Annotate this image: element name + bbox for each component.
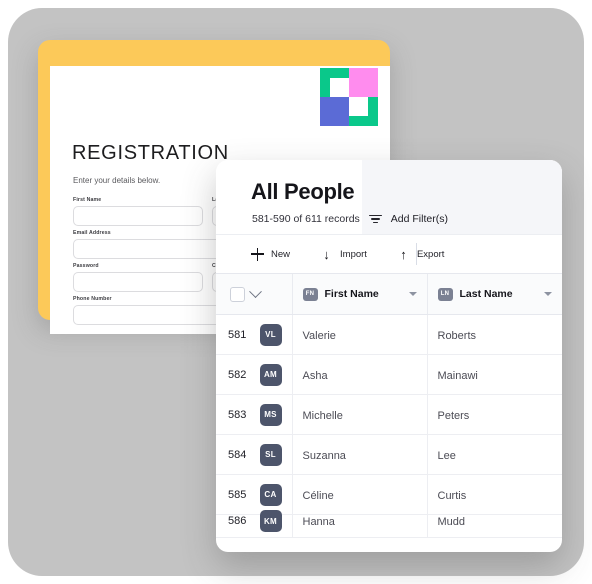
table-row[interactable]: 584 SL Suzanna Lee <box>216 434 562 475</box>
first-name-value: Valerie <box>302 329 336 342</box>
cell-first-name[interactable]: Michelle <box>292 394 428 435</box>
header-first-name[interactable]: FN First Name <box>292 274 428 315</box>
chevron-down-icon[interactable] <box>249 284 262 298</box>
record-meta: 581-590 of 611 records Add Filter(s) <box>252 213 448 225</box>
first-name-value: Asha <box>302 369 328 382</box>
cell-first-name[interactable]: Hanna <box>292 514 428 538</box>
header-select-column <box>216 274 293 315</box>
first-name-value: Suzanna <box>302 449 346 462</box>
card-toolbar: New ↓ Import ↑ Export <box>216 234 562 274</box>
first-name-header-label: First Name <box>324 288 379 300</box>
first-name-value: Céline <box>302 489 334 502</box>
last-name-value: Mainawi <box>437 369 478 382</box>
row-number: 581 <box>228 328 247 341</box>
field-first-name: First Name <box>73 197 203 226</box>
cell-last-name[interactable]: Lee <box>427 434 562 475</box>
last-name-value: Roberts <box>437 329 477 342</box>
cell-last-name[interactable]: Mudd <box>427 514 562 538</box>
avatar: AM <box>259 363 282 386</box>
avatar: KM <box>259 510 282 532</box>
new-button[interactable]: New <box>251 247 291 261</box>
select-all-checkbox[interactable] <box>230 286 245 302</box>
row-select-cell[interactable]: 581 VL <box>216 314 293 355</box>
record-count: 581-590 of 611 records <box>252 213 360 225</box>
cell-first-name[interactable]: Céline <box>292 474 428 515</box>
row-number: 584 <box>228 448 247 461</box>
page-title: All People <box>251 179 355 204</box>
table-row[interactable]: 586 KM Hanna Mudd <box>216 510 562 538</box>
row-number: 582 <box>228 368 247 381</box>
new-button-label: New <box>271 248 291 260</box>
row-select-cell[interactable]: 583 MS <box>216 394 293 435</box>
cell-first-name[interactable]: Valerie <box>292 314 428 355</box>
row-select-cell[interactable]: 582 AM <box>216 354 293 395</box>
first-name-sort-caret-icon[interactable] <box>408 292 417 296</box>
row-number: 585 <box>228 488 247 501</box>
filter-icon[interactable] <box>368 214 382 225</box>
password-input[interactable] <box>73 272 203 292</box>
avatar: CA <box>259 483 282 506</box>
cell-last-name[interactable]: Curtis <box>427 474 562 515</box>
last-name-sort-caret-icon[interactable] <box>543 292 552 296</box>
arrow-up-icon: ↑ <box>400 246 407 262</box>
first-name-input[interactable] <box>73 206 203 226</box>
registration-title: REGISTRATION <box>72 142 229 164</box>
card-header: All People 581-590 of 611 records Add Fi… <box>216 160 562 234</box>
cell-last-name[interactable]: Roberts <box>427 314 562 355</box>
app-logo-icon <box>320 68 378 126</box>
people-table: FN First Name LN Last Name 581 VL Valeri… <box>216 274 562 538</box>
cell-first-name[interactable]: Asha <box>292 354 428 395</box>
row-select-cell[interactable]: 584 SL <box>216 434 293 475</box>
table-row[interactable]: 583 MS Michelle Peters <box>216 394 562 435</box>
first-name-badge-icon: FN <box>302 287 318 301</box>
export-button[interactable]: ↑ Export <box>397 248 444 261</box>
add-filter-button[interactable]: Add Filter(s) <box>391 213 448 225</box>
last-name-value: Curtis <box>437 489 467 502</box>
registration-subtitle: Enter your details below. <box>73 176 161 185</box>
export-button-label: Export <box>416 248 445 260</box>
logo-square-pink-tr <box>349 68 378 97</box>
avatar: SL <box>259 443 282 466</box>
first-name-value: Hanna <box>302 516 335 528</box>
last-name-value: Peters <box>437 409 470 422</box>
table-row[interactable]: 582 AM Asha Mainawi <box>216 354 562 395</box>
row-select-cell[interactable]: 585 CA <box>216 474 293 515</box>
field-password: Password <box>73 263 203 292</box>
table-row[interactable]: 581 VL Valerie Roberts <box>216 314 562 355</box>
cell-last-name[interactable]: Peters <box>427 394 562 435</box>
logo-square-blue-bl <box>320 97 349 126</box>
field-first-name-label: First Name <box>73 197 102 203</box>
avatar: VL <box>259 323 282 346</box>
toolbar-divider <box>416 243 417 265</box>
row-select-cell[interactable]: 586 KM <box>216 510 293 538</box>
header-last-name[interactable]: LN Last Name <box>427 274 562 315</box>
row-number: 586 <box>228 515 247 527</box>
arrow-down-icon: ↓ <box>323 246 330 262</box>
import-button-label: Import <box>340 248 367 260</box>
avatar: MS <box>259 403 282 426</box>
last-name-badge-icon: LN <box>437 287 453 301</box>
screenshot-scene: REGISTRATION Enter your details below. F… <box>0 0 592 584</box>
last-name-value: Lee <box>437 449 456 462</box>
table-row[interactable]: 585 CA Céline Curtis <box>216 474 562 515</box>
logo-notch-br <box>349 97 368 116</box>
first-name-value: Michelle <box>302 409 343 422</box>
table-header-row: FN First Name LN Last Name <box>216 274 562 315</box>
all-people-card: All People 581-590 of 611 records Add Fi… <box>216 160 562 552</box>
last-name-value: Mudd <box>437 516 466 528</box>
cell-last-name[interactable]: Mainawi <box>427 354 562 395</box>
row-number: 583 <box>228 408 247 421</box>
import-button[interactable]: ↓ Import <box>320 248 367 261</box>
plus-icon <box>251 247 264 261</box>
cell-first-name[interactable]: Suzanna <box>292 434 428 475</box>
table-body: 581 VL Valerie Roberts 582 AM Asha Maina… <box>216 314 562 538</box>
field-password-label: Password <box>73 263 99 269</box>
last-name-header-label: Last Name <box>459 288 513 300</box>
logo-notch-tl <box>330 78 349 97</box>
